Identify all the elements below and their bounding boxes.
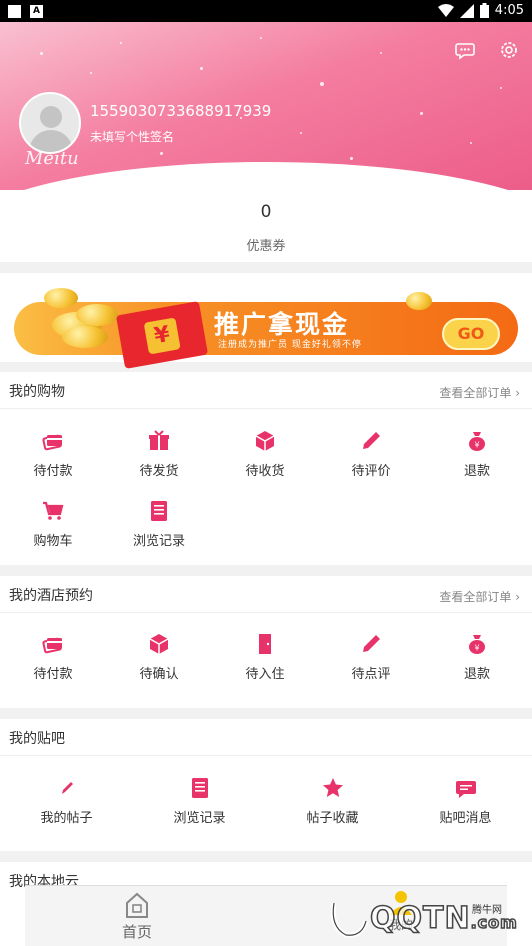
shopping-pending-receipt[interactable]: 待收货 <box>212 430 318 479</box>
watermark-logo-icon <box>330 902 369 938</box>
wallet-icon <box>42 434 62 451</box>
forum-messages[interactable]: 贴吧消息 <box>412 777 519 826</box>
avatar[interactable] <box>19 92 81 154</box>
hotel-section: 我的酒店预约 查看全部订单 › 待付款 待确认 待入住 待点评 ¥ 退款 <box>0 576 532 708</box>
banner-subtitle: 注册成为推广员 现金好礼领不停 <box>218 340 362 350</box>
package-icon <box>255 431 275 451</box>
user-signature[interactable]: 未填写个性签名 <box>90 128 174 145</box>
coupon-count: 0 <box>260 202 272 222</box>
status-bar: A 4:05 <box>0 0 532 22</box>
settings-gear-icon[interactable] <box>499 40 519 60</box>
coupon-label: 优惠券 <box>246 239 286 254</box>
shopping-view-all-link[interactable]: 查看全部订单 › <box>439 384 520 401</box>
nav-home[interactable]: 首页 <box>117 891 157 942</box>
meitu-watermark: Meitu <box>25 148 79 169</box>
clock: 4:05 <box>494 3 524 18</box>
app-notification-icon: A <box>30 5 43 18</box>
money-bag-icon: ¥ <box>469 432 485 451</box>
svg-text:¥: ¥ <box>474 644 479 653</box>
shopping-pending-payment[interactable]: 待付款 <box>0 430 106 479</box>
shopping-browse-history[interactable]: 浏览记录 <box>106 500 212 549</box>
door-icon <box>259 634 271 654</box>
hotel-view-all-link[interactable]: 查看全部订单 › <box>439 588 520 605</box>
notification-icon <box>8 5 21 18</box>
pen-icon <box>61 782 73 794</box>
user-id[interactable]: 1559030733688917939 <box>90 102 271 120</box>
shopping-section: 我的购物 查看全部订单 › 待付款 待发货 待收货 待评价 ¥ 退款 购物车 浏… <box>0 372 532 565</box>
cart-icon <box>43 501 64 520</box>
banner-title: 推广拿现金 <box>214 310 350 339</box>
signal-icon <box>459 3 474 18</box>
package-icon <box>149 634 169 654</box>
chat-icon[interactable] <box>455 40 475 60</box>
shopping-pending-shipment[interactable]: 待发货 <box>106 430 212 479</box>
watermark-tag: 腾牛网 <box>472 905 502 916</box>
forum-title: 我的贴吧 <box>9 731 65 747</box>
forum-section: 我的贴吧 我的帖子 浏览记录 帖子收藏 贴吧消息 <box>0 719 532 851</box>
hotel-refund[interactable]: ¥ 退款 <box>424 633 530 682</box>
document-icon <box>191 778 208 798</box>
promo-banner-section: ¥ 推广拿现金 注册成为推广员 现金好礼领不停 GO <box>0 273 532 369</box>
shopping-cart[interactable]: 购物车 <box>0 500 106 549</box>
hotel-title: 我的酒店预约 <box>9 588 93 604</box>
shopping-refund[interactable]: ¥ 退款 <box>424 430 530 479</box>
hotel-pending-checkin[interactable]: 待入住 <box>212 633 318 682</box>
forum-favorites[interactable]: 帖子收藏 <box>279 777 386 826</box>
coupon-summary[interactable]: 0 优惠券 <box>0 190 532 262</box>
hotel-pending-review[interactable]: 待点评 <box>318 633 424 682</box>
profile-header: 1559030733688917939 未填写个性签名 Meitu <box>0 22 532 197</box>
red-envelope-icon: ¥ <box>115 301 209 369</box>
message-icon <box>455 781 476 798</box>
wifi-icon <box>437 3 454 17</box>
pencil-icon <box>363 432 380 449</box>
hotel-pending-payment[interactable]: 待付款 <box>0 633 106 682</box>
wallet-icon <box>42 637 62 654</box>
shopping-title: 我的购物 <box>9 384 65 400</box>
site-watermark: QQTN.com 腾牛网 <box>326 893 526 943</box>
home-icon <box>126 892 148 918</box>
shopping-pending-review[interactable]: 待评价 <box>318 430 424 479</box>
hotel-pending-confirm[interactable]: 待确认 <box>106 633 212 682</box>
pencil-icon <box>363 635 380 652</box>
forum-browse-history[interactable]: 浏览记录 <box>146 777 253 826</box>
money-bag-icon: ¥ <box>469 635 485 654</box>
gift-box-icon <box>149 430 169 450</box>
document-icon <box>151 501 167 521</box>
star-icon <box>322 778 343 797</box>
forum-my-posts[interactable]: 我的帖子 <box>13 777 120 826</box>
go-button[interactable]: GO <box>442 318 500 350</box>
svg-text:¥: ¥ <box>474 441 479 450</box>
battery-icon <box>479 3 489 18</box>
